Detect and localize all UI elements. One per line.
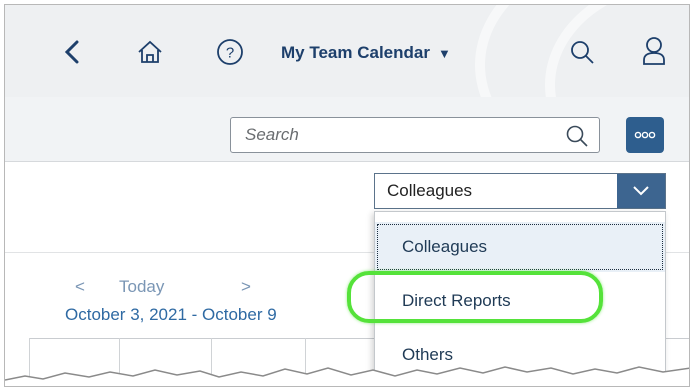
search-icon[interactable] xyxy=(567,37,597,67)
previous-week-button[interactable]: < xyxy=(75,277,85,297)
back-icon[interactable] xyxy=(57,37,87,67)
svg-text:?: ? xyxy=(226,45,234,62)
option-colleagues[interactable]: Colleagues xyxy=(375,222,665,272)
next-week-button[interactable]: > xyxy=(241,277,251,297)
help-icon[interactable]: ? xyxy=(215,37,245,67)
shell-bar: ? My Team Calendar ▼ xyxy=(5,5,689,97)
more-icon xyxy=(634,131,656,139)
app-title: My Team Calendar xyxy=(281,43,430,62)
search-field-icon[interactable] xyxy=(565,124,589,153)
toolbar xyxy=(5,97,689,162)
chevron-down-icon[interactable] xyxy=(617,174,665,208)
today-button[interactable]: Today xyxy=(119,277,164,297)
app-title-menu[interactable]: My Team Calendar ▼ xyxy=(281,43,451,63)
torn-edge xyxy=(5,366,689,386)
view-select-value: Colleagues xyxy=(387,181,473,200)
home-icon[interactable] xyxy=(135,37,165,67)
date-range: October 3, 2021 - October 9 xyxy=(65,305,277,324)
search-field[interactable] xyxy=(230,117,600,153)
app-frame: ? My Team Calendar ▼ < xyxy=(4,4,690,387)
more-button[interactable] xyxy=(626,117,664,153)
view-select[interactable]: Colleagues xyxy=(374,173,666,209)
search-input[interactable] xyxy=(231,118,545,152)
caret-down-icon: ▼ xyxy=(437,45,451,61)
user-icon[interactable] xyxy=(639,35,669,67)
annotation-highlight xyxy=(347,271,603,323)
